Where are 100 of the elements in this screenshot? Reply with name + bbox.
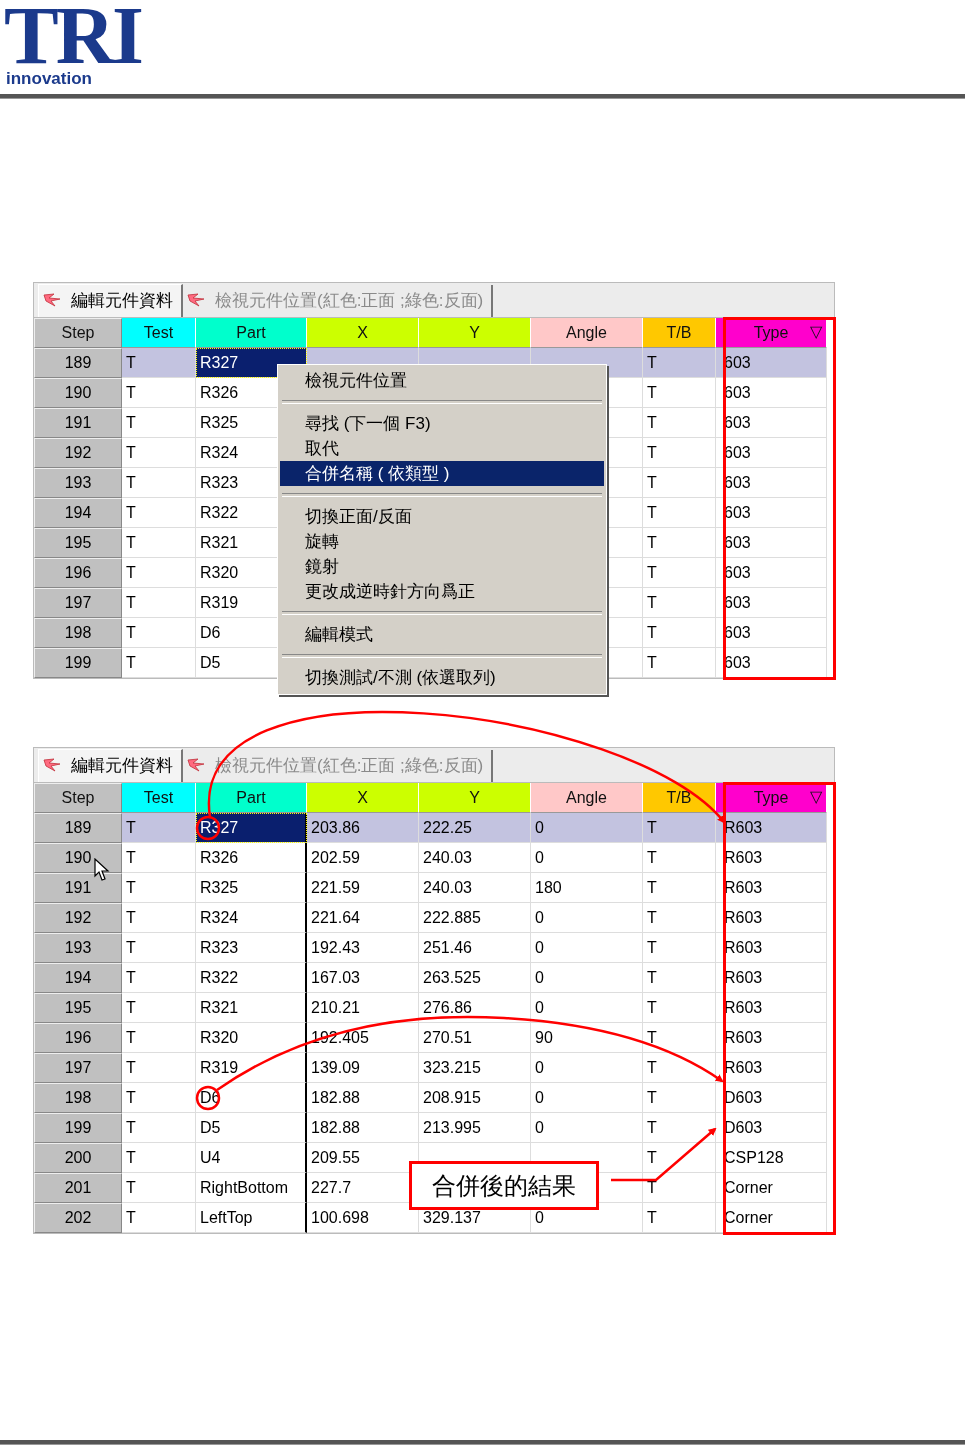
table-cell: T: [122, 963, 196, 993]
step-cell: 196: [34, 558, 122, 588]
column-header[interactable]: Step: [34, 783, 122, 813]
step-cell: 201: [34, 1173, 122, 1203]
table-cell: T: [122, 1173, 196, 1203]
step-cell: 197: [34, 588, 122, 618]
table-cell: 167.03: [307, 963, 419, 993]
part-cell: R324: [196, 903, 307, 933]
table-cell: 221.64: [307, 903, 419, 933]
table-cell: T: [122, 993, 196, 1023]
result-label: 合併後的結果: [409, 1161, 599, 1210]
table-cell: T: [122, 873, 196, 903]
menu-item[interactable]: 合併名稱 ( 依類型 ): [280, 461, 604, 486]
column-header[interactable]: X: [307, 783, 419, 813]
chevron-icon: [43, 757, 63, 773]
tab[interactable]: 編輯元件資料: [38, 749, 183, 782]
table-cell: T: [122, 468, 196, 498]
column-header[interactable]: Part: [196, 318, 307, 348]
chevron-icon: [187, 292, 207, 308]
column-header[interactable]: Part: [196, 783, 307, 813]
sort-icon: ▽: [810, 322, 822, 341]
table-cell: T: [122, 498, 196, 528]
step-cell: 196: [34, 1023, 122, 1053]
table-cell: T: [643, 528, 716, 558]
column-header[interactable]: Type ▽: [716, 318, 827, 348]
table-cell: T: [643, 843, 716, 873]
chevron-icon: [187, 757, 207, 773]
table-cell: 203.86: [307, 813, 419, 843]
part-cell: R319: [196, 1053, 307, 1083]
table-cell: 0: [531, 1083, 643, 1113]
sort-icon: ▽: [810, 787, 822, 806]
tab[interactable]: 編輯元件資料: [38, 284, 183, 317]
part-cell: R326: [196, 843, 307, 873]
table-cell: T: [643, 963, 716, 993]
table-cell: 0: [531, 903, 643, 933]
table-cell: T: [643, 348, 716, 378]
step-cell: 189: [34, 813, 122, 843]
column-header[interactable]: Y: [419, 318, 531, 348]
table-cell: T: [122, 378, 196, 408]
step-cell: 198: [34, 1083, 122, 1113]
column-header[interactable]: Type ▽: [716, 783, 827, 813]
column-header[interactable]: T/B: [643, 783, 716, 813]
table-cell: T: [122, 408, 196, 438]
column-header[interactable]: Step: [34, 318, 122, 348]
table-cell: 323.215: [419, 1053, 531, 1083]
column-header[interactable]: X: [307, 318, 419, 348]
step-cell: 194: [34, 498, 122, 528]
step-cell: 199: [34, 1113, 122, 1143]
step-cell: 195: [34, 528, 122, 558]
table-cell: 263.525: [419, 963, 531, 993]
table-cell: T: [643, 558, 716, 588]
table-cell: 0: [531, 813, 643, 843]
table-cell: T: [643, 1203, 716, 1233]
table-cell: T: [643, 588, 716, 618]
type-cell: Corner: [716, 1203, 827, 1233]
table-cell: T: [122, 648, 196, 678]
table-cell: T: [122, 933, 196, 963]
table-cell: T: [122, 1023, 196, 1053]
step-cell: 192: [34, 438, 122, 468]
part-cell: R320: [196, 1023, 307, 1053]
column-header[interactable]: T/B: [643, 318, 716, 348]
table-cell: 139.09: [307, 1053, 419, 1083]
step-cell: 191: [34, 873, 122, 903]
table-cell: T: [643, 1023, 716, 1053]
table-cell: 192.43: [307, 933, 419, 963]
column-header[interactable]: Test: [122, 783, 196, 813]
logo-mark: TRI: [4, 2, 141, 70]
step-cell: 193: [34, 933, 122, 963]
column-header[interactable]: Angle: [531, 318, 643, 348]
column-header[interactable]: Y: [419, 783, 531, 813]
table-cell: 0: [531, 963, 643, 993]
step-cell: 198: [34, 618, 122, 648]
table-cell: 240.03: [419, 873, 531, 903]
part-cell: R322: [196, 963, 307, 993]
table-cell: T: [643, 648, 716, 678]
part-cell: U4: [196, 1143, 307, 1173]
type-cell: CSP128: [716, 1143, 827, 1173]
table-cell: T: [643, 1053, 716, 1083]
column-header[interactable]: Test: [122, 318, 196, 348]
table-cell: T: [122, 558, 196, 588]
table-cell: 90: [531, 1023, 643, 1053]
part-cell: D5: [196, 1113, 307, 1143]
table-cell: 0: [531, 993, 643, 1023]
table-cell: T: [122, 438, 196, 468]
table-cell: T: [122, 528, 196, 558]
table-cell: T: [643, 933, 716, 963]
column-header[interactable]: Angle: [531, 783, 643, 813]
table-cell: T: [122, 843, 196, 873]
table-cell: 213.995: [419, 1113, 531, 1143]
table-cell: T: [122, 1053, 196, 1083]
step-cell: 200: [34, 1143, 122, 1173]
part-cell: RightBottom: [196, 1173, 307, 1203]
step-cell: 194: [34, 963, 122, 993]
table-cell: T: [643, 1113, 716, 1143]
table-cell: T: [122, 618, 196, 648]
table-cell: 182.88: [307, 1083, 419, 1113]
table-cell: 0: [531, 933, 643, 963]
step-cell: 189: [34, 348, 122, 378]
table-cell: T: [643, 468, 716, 498]
table-cell: 221.59: [307, 873, 419, 903]
